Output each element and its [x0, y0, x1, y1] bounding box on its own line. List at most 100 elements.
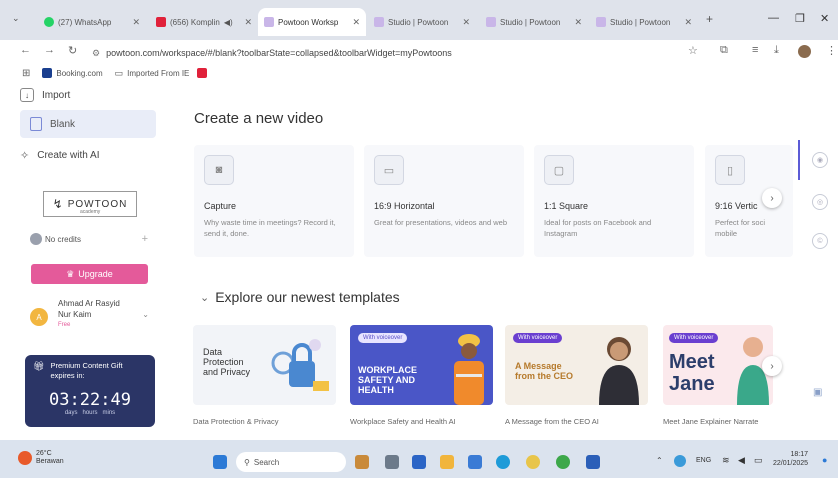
file-explorer-icon[interactable] — [440, 455, 454, 469]
card-1-1-square[interactable]: ▢ 1:1 Square Ideal for posts on Facebook… — [534, 145, 694, 257]
close-icon[interactable]: ✕ — [352, 17, 360, 28]
tray-app-icon[interactable] — [674, 455, 686, 467]
chrome-icon[interactable] — [526, 455, 540, 469]
restore-icon[interactable]: ❐ — [795, 12, 805, 25]
templates-next-button[interactable]: › — [762, 356, 782, 376]
youtube-icon — [156, 17, 166, 27]
rail-tool-icon[interactable]: ◉ — [812, 152, 828, 168]
chrome-profile-icon[interactable] — [556, 455, 570, 469]
widgets-icon[interactable] — [355, 455, 369, 469]
rail-active-indicator — [798, 140, 800, 180]
booking-icon — [42, 68, 53, 78]
notification-icon[interactable]: ● — [822, 455, 827, 465]
bookmarks-bar: ⊞ Booking.com ▭ Imported From IE — [0, 64, 838, 82]
credits-row: No credits + — [30, 233, 148, 245]
task-view-icon[interactable] — [385, 455, 399, 469]
user-profile[interactable]: A Ahmad Ar Rasyid Nur Kaim Free ⌄ — [30, 298, 155, 331]
back-icon[interactable]: ← — [20, 44, 31, 56]
volume-icon[interactable]: ◀ — [738, 455, 745, 466]
premium-gift-promo[interactable]: 🎁︎ Premium Content Gift expires in: 03:2… — [25, 355, 155, 427]
add-credits-button[interactable]: + — [142, 233, 148, 245]
apps-grid-icon[interactable]: ⊞ — [22, 68, 30, 79]
word-icon[interactable] — [586, 455, 600, 469]
card-capture[interactable]: ◙ Capture Why waste time in meetings? Re… — [194, 145, 354, 257]
tab-list-icon[interactable]: ⌄ — [12, 13, 20, 24]
chevron-down-icon[interactable]: ⌄ — [142, 310, 149, 319]
wifi-icon[interactable]: ≋ — [722, 455, 730, 466]
weather-icon — [18, 451, 32, 465]
browser-menu-icon[interactable]: ⋮ — [826, 44, 837, 57]
tab-studio-2[interactable]: Studio | Powtoon ✕ — [480, 8, 588, 36]
weather-widget[interactable]: 26°C Berawan — [18, 450, 64, 466]
horizontal-icon: ▭ — [374, 155, 404, 185]
right-rail — [798, 82, 838, 434]
template-meet-jane[interactable]: With voiceover Meet Jane — [663, 325, 773, 405]
teams-icon[interactable] — [412, 455, 426, 469]
bookmark-booking[interactable]: Booking.com — [42, 68, 103, 78]
bookmark-star-icon[interactable]: ☆ — [688, 44, 698, 57]
sidebar-item-blank[interactable]: Blank — [20, 110, 156, 138]
tab-powtoon-workspace[interactable]: Powtoon Worksp ✕ — [258, 8, 366, 36]
rail-tool-icon[interactable]: © — [812, 233, 828, 249]
language-indicator[interactable]: ENG — [696, 457, 711, 464]
powtoon-icon — [264, 17, 274, 27]
battery-icon[interactable]: ▭ — [754, 455, 763, 466]
credits-icon — [30, 233, 42, 245]
new-tab-button[interactable]: + — [706, 12, 713, 26]
reading-list-icon[interactable]: ≡ — [752, 44, 758, 56]
taskbar-search[interactable]: ⚲ Search — [236, 452, 346, 472]
reload-icon[interactable]: ↻ — [68, 44, 77, 57]
create-video-title: Create a new video — [194, 110, 324, 127]
bookmark-folder-ie[interactable]: ▭ Imported From IE — [115, 68, 190, 79]
template-caption[interactable]: Workplace Safety and Health AI — [350, 417, 456, 426]
template-data-protection[interactable]: Data Protection and Privacy — [193, 325, 336, 405]
search-icon: ⚲ — [244, 457, 250, 467]
download-icon[interactable]: ⤓ — [774, 44, 779, 57]
forward-icon[interactable]: → — [44, 44, 55, 56]
template-workplace-safety[interactable]: With voiceover WORKPLACE SAFETY AND HEAL… — [350, 325, 493, 405]
edge-icon[interactable] — [496, 455, 510, 469]
cards-next-button[interactable]: › — [762, 188, 782, 208]
vertical-icon: ▯ — [715, 155, 745, 185]
template-caption[interactable]: Meet Jane Explainer Narrate — [663, 417, 758, 426]
browser-tab-bar: ⌄ (27) WhatsApp ✕ (656) Komplin ◀) ✕ Pow… — [0, 0, 838, 40]
close-icon[interactable]: ✕ — [244, 17, 252, 28]
rail-tool-icon[interactable]: ◎ — [812, 194, 828, 210]
speaker-icon: ◀) — [223, 17, 233, 27]
gift-icon: 🎁︎ — [33, 361, 45, 371]
template-caption[interactable]: Data Protection & Privacy — [193, 417, 278, 426]
template-message-ceo[interactable]: With voiceover A Message from the CEO — [505, 325, 648, 405]
capture-icon: ◙ — [204, 155, 234, 185]
site-info-icon[interactable]: ⚙ — [92, 48, 100, 59]
tab-whatsapp[interactable]: (27) WhatsApp ✕ — [38, 8, 146, 36]
chevron-down-icon: ⌄ — [200, 291, 210, 304]
rail-chat-icon[interactable]: ▣ — [813, 387, 822, 398]
tray-chevron-icon[interactable]: ⌃ — [656, 456, 663, 465]
window-close-icon[interactable]: ✕ — [820, 12, 829, 25]
url-field[interactable]: ⚙ powtoon.com/workspace/#/blank?toolbarS… — [92, 44, 682, 62]
card-16-9-horizontal[interactable]: ▭ 16:9 Horizontal Great for presentation… — [364, 145, 524, 257]
youtube-bookmark-icon[interactable] — [197, 68, 208, 78]
close-icon[interactable]: ✕ — [462, 17, 470, 28]
sidebar-item-import[interactable]: ↓ Import — [20, 88, 70, 102]
store-icon[interactable] — [468, 455, 482, 469]
clock[interactable]: 18:17 22/01/2025 — [773, 450, 808, 468]
profile-avatar-icon[interactable] — [798, 45, 811, 58]
plan-badge: Free — [58, 322, 71, 328]
sidebar-item-create-with-ai[interactable]: ✧ Create with AI — [20, 149, 99, 162]
tab-studio-1[interactable]: Studio | Powtoon ✕ — [368, 8, 476, 36]
ceo-illustration — [599, 337, 639, 405]
tab-studio-3[interactable]: Studio | Powtoon ✕ — [590, 8, 698, 36]
powtoon-academy-logo[interactable]: ↯ POWTOON academy — [43, 191, 137, 217]
powtoon-logo-icon: ↯ — [52, 197, 64, 211]
extensions-icon[interactable]: ⧉ — [720, 44, 728, 57]
windows-start-icon[interactable] — [213, 455, 227, 469]
close-icon[interactable]: ✕ — [574, 17, 582, 28]
minimize-icon[interactable]: — — [768, 12, 779, 24]
tab-youtube[interactable]: (656) Komplin ◀) ✕ — [150, 8, 258, 36]
close-icon[interactable]: ✕ — [684, 17, 692, 28]
templates-section-title[interactable]: ⌄ Explore our newest templates — [200, 289, 400, 305]
close-icon[interactable]: ✕ — [132, 17, 140, 28]
template-caption[interactable]: A Message from the CEO AI — [505, 417, 599, 426]
upgrade-button[interactable]: ♛ Upgrade — [31, 264, 148, 284]
